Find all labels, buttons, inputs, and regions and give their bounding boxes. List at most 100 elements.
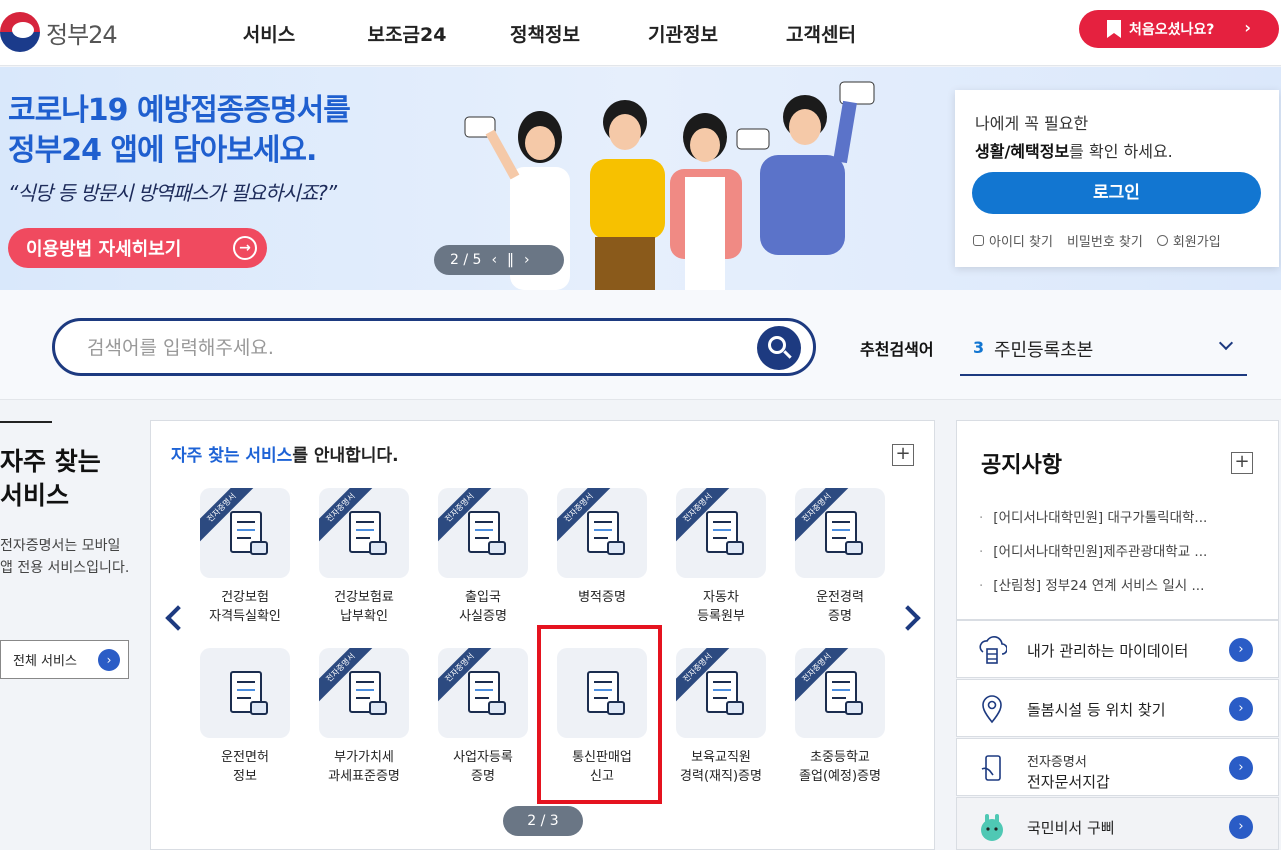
nav-support[interactable]: 고객센터 <box>752 20 890 47</box>
service-label-line2: 사실증명 <box>459 609 507 624</box>
service-tile-military-record[interactable]: 전자증명서병적증명 <box>547 488 657 638</box>
service-tile-vat-tax-base[interactable]: 전자증명서부가가치세과세표준증명 <box>309 648 419 798</box>
quick-wallet[interactable]: 전자증명서 전자문서지갑 › <box>956 738 1279 796</box>
quick-wallet-sub: 전자증명서 <box>1027 755 1087 770</box>
service-tile-insurance-payment[interactable]: 전자증명서 건강보험료 납부확인 <box>309 488 419 638</box>
all-services-label: 전체 서비스 <box>13 654 77 669</box>
notice-item[interactable]: · [어디서나대학민원]제주관광대학교 ... <box>979 535 1269 569</box>
assistant-mascot-icon <box>981 814 1003 841</box>
nav-agency[interactable]: 기관정보 <box>614 20 752 47</box>
service-tile-health-insurance[interactable]: 전자증명서 건강보험 자격득실확인 <box>190 488 300 638</box>
prev-icon[interactable]: ‹ <box>491 252 497 268</box>
passport-icon <box>468 511 506 555</box>
taegeuk-logo-icon <box>0 12 40 52</box>
storefront-icon <box>468 671 506 715</box>
login-card: 나에게 꼭 필요한 생활/혜택정보를 확인 하세요. 로그인 아이디 찾기 비밀… <box>955 90 1279 267</box>
nav-policy[interactable]: 정책정보 <box>476 20 614 47</box>
chevron-down-icon[interactable] <box>1218 335 1234 351</box>
service-tile-label: 건강보험 자격득실확인 <box>190 588 300 626</box>
service-label-line2: 경력(재직)증명 <box>680 769 762 784</box>
more-notice-button[interactable]: + <box>1231 452 1253 474</box>
chevron-right-icon: › <box>1229 697 1253 721</box>
service-tile-box: 전자증명서 <box>676 488 766 578</box>
signup-label: 회원가입 <box>1172 235 1221 250</box>
services-heading-highlight: 자주 찾는 서비스 <box>171 446 293 466</box>
pause-icon[interactable]: ‖ <box>507 252 514 268</box>
quick-mydata[interactable]: 내가 관리하는 마이데이터 › <box>956 620 1279 678</box>
service-tile-school-graduation[interactable]: 전자증명서 초중등학교 졸업(예정)증명 <box>785 648 895 798</box>
banner-detail-button[interactable]: 이용방법 자세히보기 → <box>8 228 267 268</box>
service-tile-box <box>200 648 290 738</box>
next-icon[interactable]: › <box>524 252 530 268</box>
first-visit-button[interactable]: 처음오셨나요? › <box>1079 10 1279 48</box>
bullet: · <box>979 544 984 560</box>
service-tile-box: 전자증명서 <box>319 648 409 738</box>
services-pager: 2 / 3 <box>503 806 583 836</box>
banner-detail-label: 이용방법 자세히보기 <box>26 239 182 260</box>
login-text-1: 나에게 꼭 필요한 <box>975 114 1089 133</box>
signup-link[interactable]: 회원가입 <box>1156 231 1221 250</box>
services-heading: 자주 찾는 서비스를 안내합니다. <box>171 441 399 466</box>
mobile-wallet-icon <box>981 755 1001 781</box>
service-tile-box: 전자증명서 <box>557 488 647 578</box>
service-label-line1: 부가가치세 <box>334 750 394 765</box>
notice-item[interactable]: · [산림청] 정부24 연계 서비스 일시 ... <box>979 569 1269 603</box>
service-tile-driver-license[interactable]: 운전면허정보 <box>190 648 300 798</box>
service-tile-box: 전자증명서 <box>438 488 528 578</box>
service-tile-label: 병적증명 <box>547 588 657 607</box>
quick-care-location[interactable]: 돌봄시설 등 위치 찾기 › <box>956 679 1279 737</box>
find-password-label: 비밀번호 찾기 <box>1066 235 1143 250</box>
service-label-line2: 과세표준증명 <box>328 769 400 784</box>
quick-assistant-label: 국민비서 구삐 <box>1027 819 1115 837</box>
next-arrow-icon[interactable] <box>895 605 921 631</box>
service-label-line1: 보육교직원 <box>691 750 751 765</box>
service-tile-box: 전자증명서 <box>438 648 528 738</box>
service-tile-childcare-career[interactable]: 전자증명서보육교직원경력(재직)증명 <box>666 648 776 798</box>
notice-text: [어디서나대학민원]제주관광대학교 ... <box>993 544 1208 560</box>
service-tile-box: 전자증명서 <box>676 648 766 738</box>
quick-assistant[interactable]: 국민비서 구삐 › <box>956 797 1279 850</box>
service-tile-driving-record[interactable]: 전자증명서 운전경력 증명 <box>785 488 895 638</box>
all-services-button[interactable]: 전체 서비스 › <box>0 640 129 679</box>
login-button[interactable]: 로그인 <box>972 172 1261 214</box>
service-tile-vehicle-register[interactable]: 전자증명서 자동차 등록원부 <box>666 488 776 638</box>
left-info: 자주 찾는 서비스 전자증명서는 모바일 앱 전용 서비스입니다. 전체 서비스… <box>0 401 140 850</box>
banner-pager-count: 2 / 5 <box>450 252 482 268</box>
search-input[interactable] <box>87 333 727 363</box>
service-label-line1: 건강보험료 <box>334 590 394 605</box>
prev-arrow-icon[interactable] <box>165 605 191 631</box>
service-label-line2: 납부확인 <box>340 609 388 624</box>
car-license-icon <box>825 511 863 555</box>
find-id-link[interactable]: 아이디 찾기 <box>973 231 1053 250</box>
login-text-bold: 생활/혜택정보 <box>975 142 1070 161</box>
login-links: 아이디 찾기 비밀번호 찾기 회원가입 <box>973 231 1235 250</box>
first-visit-label: 처음오셨나요? <box>1129 22 1215 38</box>
location-pin-icon <box>982 695 1002 724</box>
lock-icon <box>973 235 984 246</box>
bookmark-icon <box>1107 20 1121 38</box>
find-password-link[interactable]: 비밀번호 찾기 <box>1067 231 1143 250</box>
service-label-line1: 운전면허 <box>221 750 269 765</box>
nav-subsidy[interactable]: 보조금24 <box>338 20 476 47</box>
notice-item[interactable]: · [어디서나대학민원] 대구가톨릭대학... <box>979 501 1269 535</box>
service-tile-label: 출입국 사실증명 <box>428 588 538 626</box>
recommend-dropdown[interactable]: 3 주민등록초본 <box>960 328 1247 376</box>
banner-pager[interactable]: 2 / 5 ‹ ‖ › <box>434 245 564 275</box>
chevron-right-icon: › <box>1229 756 1253 780</box>
bullet: · <box>979 510 984 526</box>
nav-service[interactable]: 서비스 <box>200 20 338 47</box>
services-panel: 자주 찾는 서비스를 안내합니다. + 전자증명서 건강보험 자격득실확인 전자증명서… <box>150 420 935 850</box>
service-label-line2: 증명 <box>471 769 495 784</box>
search-button[interactable] <box>757 326 801 370</box>
quick-care-label: 돌봄시설 등 위치 찾기 <box>1027 701 1166 719</box>
service-tile-immigration[interactable]: 전자증명서출입국 사실증명 <box>428 488 538 638</box>
more-services-button[interactable]: + <box>892 444 914 466</box>
service-tile-label: 초중등학교 졸업(예정)증명 <box>785 748 895 786</box>
service-label-line2: 정보 <box>233 769 257 784</box>
service-tile-business-register[interactable]: 전자증명서 사업자등록 증명 <box>428 648 538 798</box>
logo[interactable]: 정부24 <box>0 10 118 54</box>
recommend-keyword[interactable]: 주민등록초본 <box>994 336 1093 362</box>
document-hat-icon <box>706 671 744 715</box>
quick-mydata-label: 내가 관리하는 마이데이터 <box>1027 642 1189 660</box>
notice-title: 공지사항 <box>981 453 1062 478</box>
